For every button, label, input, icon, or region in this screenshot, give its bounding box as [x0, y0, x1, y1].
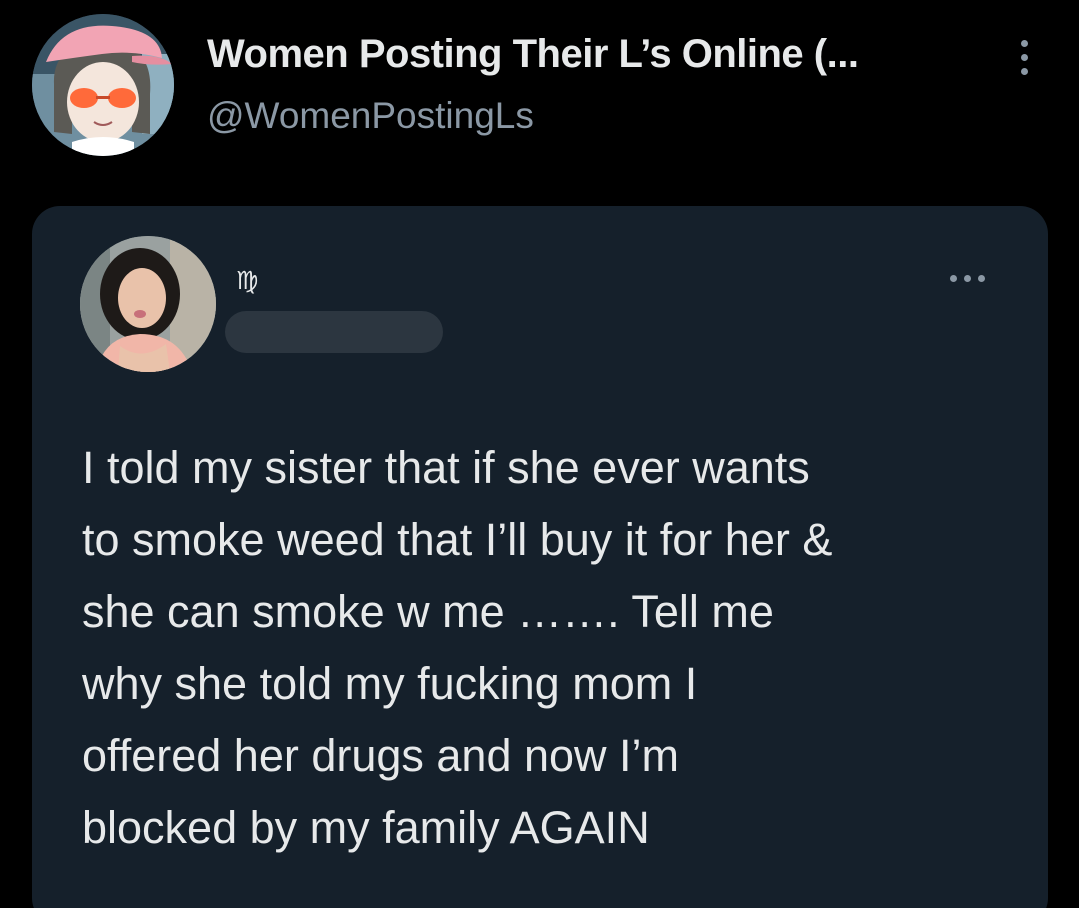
more-vertical-icon[interactable]	[1012, 38, 1036, 78]
tweet-text-line: I told my sister that if she ever wants	[82, 442, 810, 493]
redacted-author-name	[225, 311, 443, 353]
cartoon-girl-avatar-icon	[32, 14, 174, 156]
quoted-author-avatar[interactable]	[80, 236, 216, 372]
more-horizontal-icon[interactable]	[946, 270, 990, 286]
account-display-name[interactable]: Women Posting Their L’s Online (...	[207, 32, 859, 77]
tweet-header: Women Posting Their L’s Online (... @Wom…	[0, 0, 1079, 190]
tweet-text-line: she can smoke w me ……. Tell me	[82, 586, 774, 637]
name-emoji-glyph: ♍	[236, 266, 259, 295]
tweet-text-line: blocked by my family AGAIN	[82, 802, 650, 853]
tweet-text-line: why she told my fucking mom I	[82, 658, 698, 709]
quoted-tweet-card[interactable]: ♍ I told my sister that if she ever want…	[32, 206, 1048, 908]
tweet-text-line: offered her drugs and now I’m	[82, 730, 680, 781]
tweet-text-line: to smoke weed that I’ll buy it for her &	[82, 514, 833, 565]
woman-selfie-avatar-icon	[80, 236, 216, 372]
profile-avatar[interactable]	[32, 14, 174, 156]
account-handle[interactable]: @WomenPostingLs	[207, 95, 534, 137]
quoted-tweet-text: I told my sister that if she ever wants …	[82, 432, 1022, 864]
